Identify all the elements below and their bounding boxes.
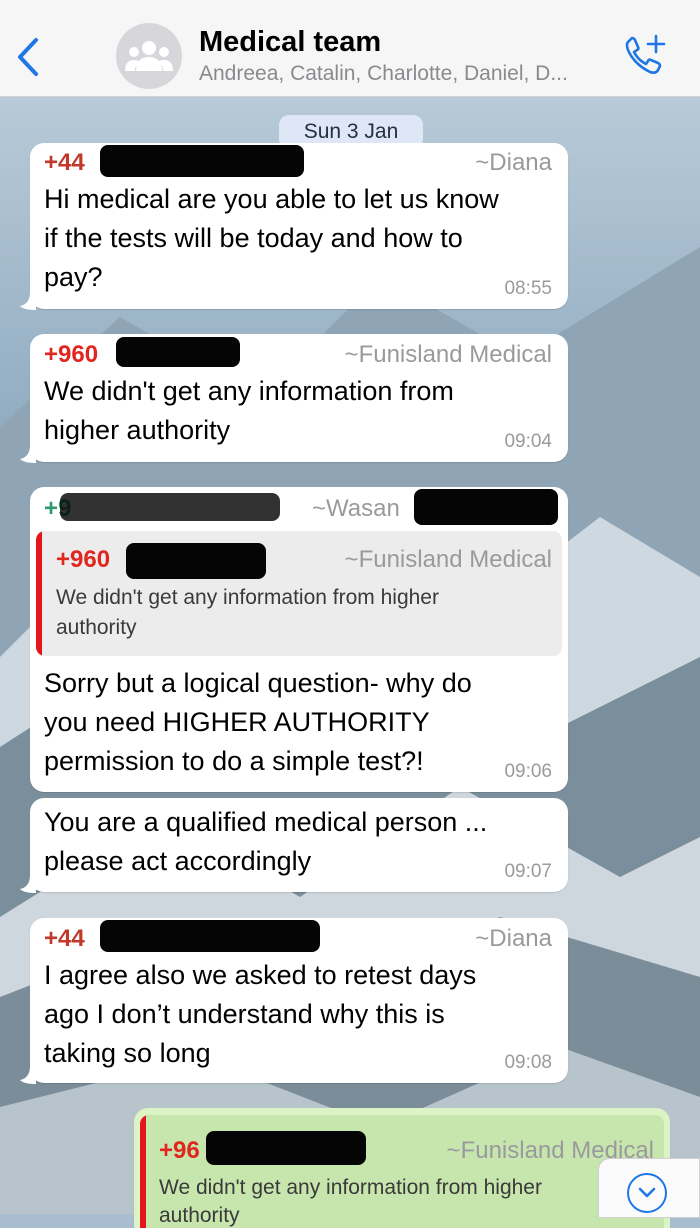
message-text: I agree also we asked to retest days [44,960,477,990]
chevron-left-icon [18,38,38,76]
quote-text: authority [159,1204,240,1227]
redaction [60,493,280,521]
message-text: please act accordingly [44,846,312,876]
redaction [126,543,266,579]
sender-name[interactable]: ~Funisland Medical [345,341,552,369]
redaction [414,489,558,525]
quote-text: We didn't get any information from highe… [159,1176,542,1199]
message-bubble[interactable]: +9 ~Wasan +960 ~Funisland Medical We did… [30,487,568,792]
redaction [206,1131,366,1165]
message-text: permission to do a simple test?! [44,746,424,776]
chat-title[interactable]: Medical team [199,26,381,59]
message-time: 08:55 [504,278,552,299]
message-time: 09:07 [504,861,552,882]
message-text: You are a qualified medical person ... [44,807,488,837]
add-call-button[interactable] [620,32,668,76]
message-text: Sorry but a logical question- why do [44,668,472,698]
sender-number[interactable]: +44 [44,925,85,953]
phone-plus-icon [625,34,666,74]
quote-sender-name: ~Funisland Medical [344,546,552,573]
sender-number[interactable]: +960 [44,341,98,369]
redaction [100,145,304,177]
quote-sender-number: +960 [56,546,111,573]
message-text: taking so long [44,1038,211,1068]
message-time: 09:08 [504,1052,552,1073]
quote-text: We didn't get any information from highe… [56,586,439,609]
sender-name[interactable]: ~Wasan [312,495,400,523]
quote-text: authority [56,616,137,639]
message-time: 09:04 [504,431,552,452]
group-icon [125,41,173,71]
sender-name[interactable]: ~Diana [475,925,552,953]
message-text: higher authority [44,415,231,445]
bubble-tail [20,875,36,893]
message-bubble[interactable]: +44 ~Diana Hi medical are you able to le… [30,143,568,309]
quoted-message[interactable]: +96 ~Funisland Medical We didn't get any… [140,1115,664,1228]
message-text: ago I don’t understand why this is [44,999,445,1029]
group-avatar[interactable] [116,23,182,89]
chevron-down-circle-icon [627,1173,667,1213]
bubble-tail [20,1066,36,1084]
message-text: you need HIGHER AUTHORITY [44,707,430,737]
scroll-to-bottom-button[interactable] [598,1158,700,1218]
quote-bar [140,1115,146,1228]
sender-name[interactable]: ~Diana [475,149,552,177]
message-text: We didn't get any information from [44,376,454,406]
message-bubble[interactable]: +44 ~Diana I agree also we asked to rete… [30,918,568,1083]
message-time: 09:06 [504,761,552,782]
message-text: if the tests will be today and how to [44,223,463,253]
back-button[interactable] [12,36,44,78]
quoted-message[interactable]: +960 ~Funisland Medical We didn't get an… [36,531,562,656]
redaction [116,337,240,367]
message-text: Hi medical are you able to let us know [44,184,499,214]
chat-header: Medical team Andreea, Catalin, Charlotte… [0,0,700,97]
bubble-tail [20,292,36,310]
bubble-tail [20,445,36,463]
message-bubble[interactable]: You are a qualified medical person ... p… [30,798,568,892]
redaction [100,920,320,952]
quote-bar [36,531,42,656]
quote-sender-number: +96 [159,1137,200,1164]
sender-number[interactable]: +44 [44,149,85,177]
message-text: pay? [44,262,103,292]
chat-participants[interactable]: Andreea, Catalin, Charlotte, Daniel, D..… [199,62,568,86]
outgoing-message-bubble[interactable]: +96 ~Funisland Medical We didn't get any… [134,1108,670,1228]
message-bubble[interactable]: +960 ~Funisland Medical We didn't get an… [30,334,568,462]
